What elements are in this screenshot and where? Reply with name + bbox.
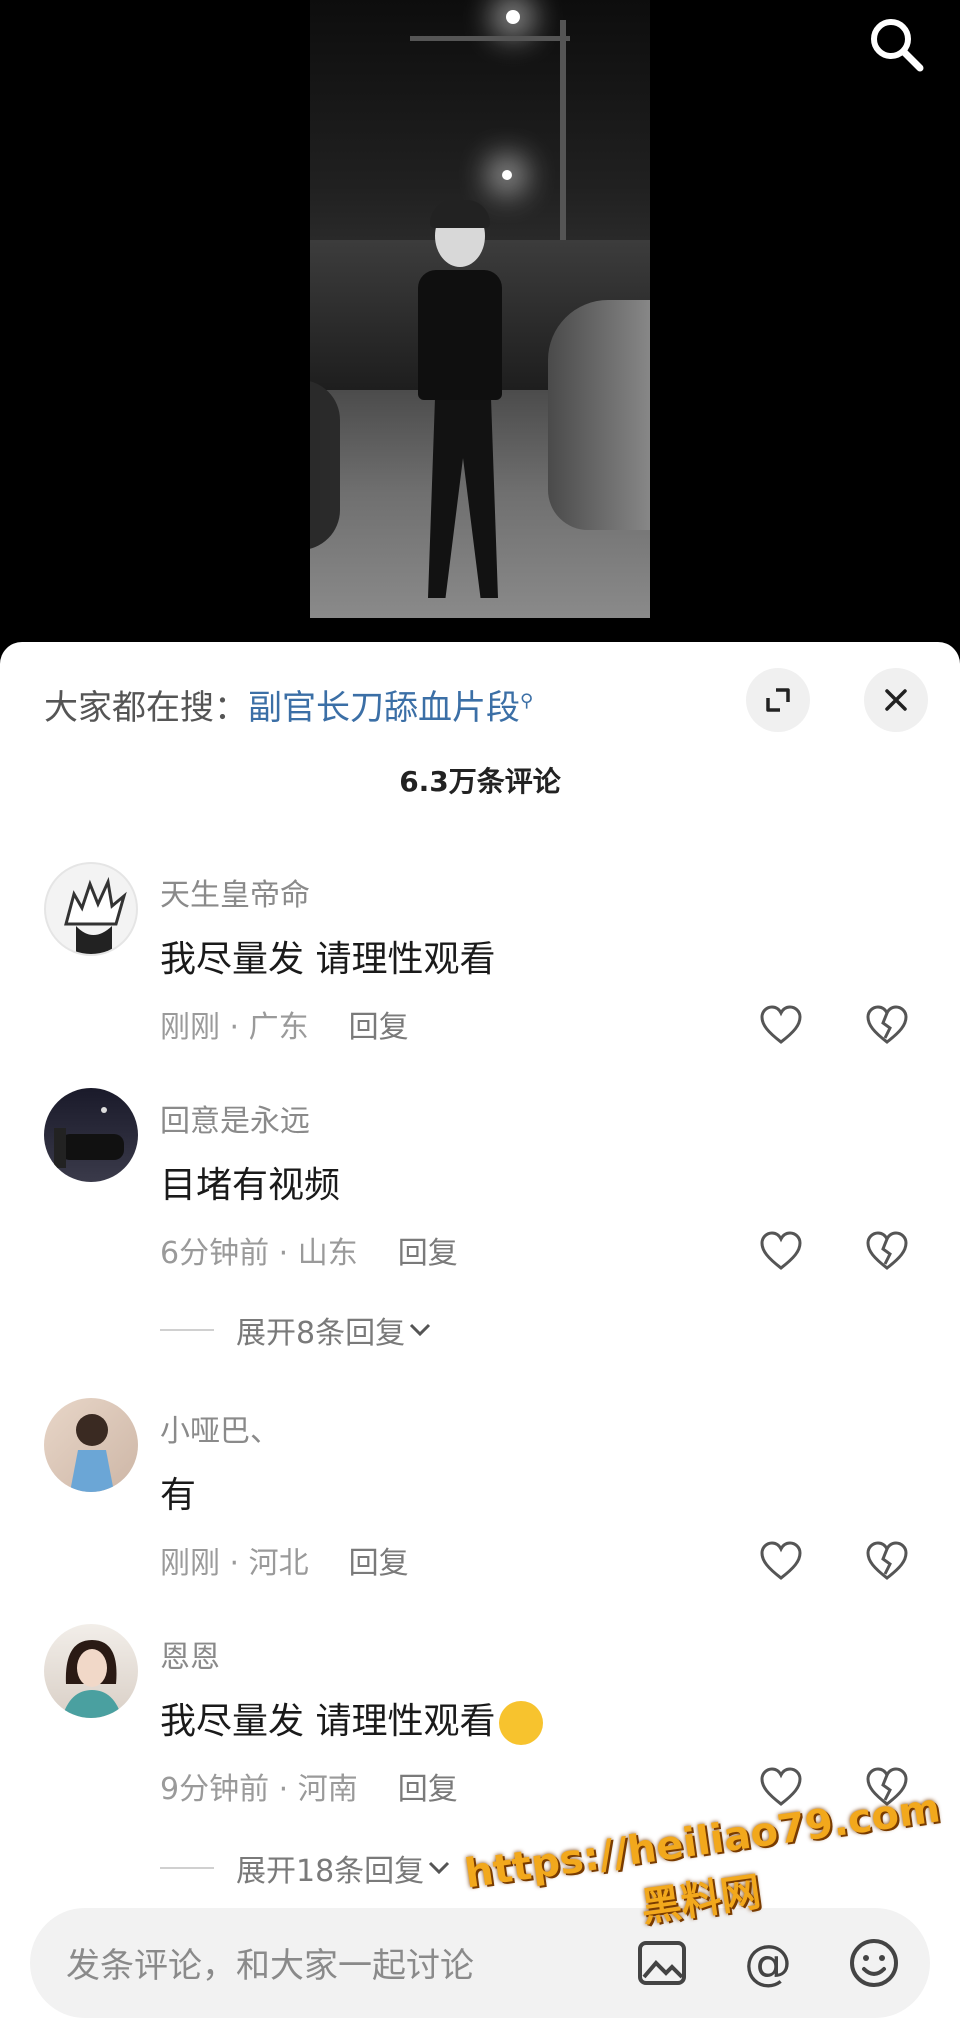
comment-text: 我尽量发 请理性观看 <box>160 939 496 980</box>
hot-search-bar[interactable]: 大家都在搜：副官长刀舔血片段⚲ <box>44 680 533 729</box>
heart-icon[interactable] <box>758 1002 804 1048</box>
chevron-down-icon <box>429 1861 450 1875</box>
comment-text: 目堵有视频 <box>160 1165 341 1206</box>
chevron-down-icon <box>410 1323 431 1337</box>
comment-time-location: 刚刚 · 广东 <box>160 1010 309 1045</box>
search-icon[interactable] <box>866 14 926 74</box>
comment-item: 小哑巴、 有 刚刚 · 河北 回复 <box>0 1398 960 1598</box>
comment-input[interactable]: 发条评论，和大家一起讨论 <box>66 1938 474 1987</box>
avatar[interactable] <box>44 1624 138 1718</box>
comment-author[interactable]: 回意是永远 <box>160 1096 310 1140</box>
comment-item: 天生皇帝命 我尽量发 请理性观看 刚刚 · 广东 回复 <box>0 862 960 1062</box>
comment-meta: 9分钟前 · 河南 回复 <box>160 1764 458 1808</box>
person-legs <box>428 398 498 598</box>
hot-search-prefix: 大家都在搜： <box>44 688 248 728</box>
expand-replies-label: 展开8条回复 <box>236 1316 406 1351</box>
avatar[interactable] <box>44 1398 138 1492</box>
comment-author[interactable]: 小哑巴、 <box>160 1406 280 1450</box>
comment-meta: 6分钟前 · 山东 回复 <box>160 1228 458 1272</box>
reply-button[interactable]: 回复 <box>398 1772 458 1807</box>
heart-icon[interactable] <box>758 1538 804 1584</box>
comment-item: 回意是永远 目堵有视频 6分钟前 · 山东 回复 展开8条回复 <box>0 1088 960 1378</box>
broken-heart-icon[interactable] <box>864 1002 910 1048</box>
heart-icon[interactable] <box>758 1228 804 1274</box>
expand-replies-label: 展开18条回复 <box>236 1854 425 1889</box>
lamp-arm <box>410 36 570 41</box>
comment-time-location: 6分钟前 · 山东 <box>160 1236 358 1271</box>
comment-count: 6.3万条评论 <box>399 765 561 798</box>
close-button[interactable] <box>864 668 928 732</box>
app-screen: 大家都在搜：副官长刀舔血片段⚲ 6.3万条评论 天生皇帝命 我尽量发 请理性观看… <box>0 0 960 2038</box>
comment-author[interactable]: 恩恩 <box>160 1632 220 1676</box>
car-right <box>548 300 650 530</box>
comment-text: 有 <box>160 1475 197 1516</box>
emoji-icon[interactable] <box>846 1935 902 1991</box>
person-hair <box>430 200 490 228</box>
broken-heart-icon[interactable] <box>864 1538 910 1584</box>
street-light <box>506 10 520 24</box>
thumbs-up-emoji-icon <box>499 1701 544 1745</box>
expand-replies-button[interactable]: 展开8条回复 <box>160 1308 435 1352</box>
expand-icon <box>766 688 790 712</box>
divider <box>160 1867 214 1869</box>
comment-time-location: 9分钟前 · 河南 <box>160 1772 358 1807</box>
search-small-icon: ⚲ <box>520 690 534 712</box>
car-left <box>310 380 340 550</box>
comment-text-body: 我尽量发 请理性观看 <box>160 1701 496 1742</box>
comment-meta: 刚刚 · 河北 回复 <box>160 1538 409 1582</box>
reply-button[interactable]: 回复 <box>398 1236 458 1271</box>
close-icon <box>885 689 907 711</box>
comment-text: 我尽量发 请理性观看 <box>160 1692 544 1745</box>
reply-button[interactable]: 回复 <box>349 1546 409 1581</box>
street-light <box>502 170 512 180</box>
lamp-pole <box>560 20 566 270</box>
comment-author[interactable]: 天生皇帝命 <box>160 870 310 914</box>
avatar[interactable] <box>44 1088 138 1182</box>
heart-icon[interactable] <box>758 1764 804 1810</box>
hot-search-link[interactable]: 副官长刀舔血片段 <box>248 688 520 728</box>
expand-button[interactable] <box>746 668 810 732</box>
video-player[interactable] <box>310 0 650 618</box>
comment-meta: 刚刚 · 广东 回复 <box>160 1002 409 1046</box>
person-body <box>418 270 502 400</box>
at-icon[interactable]: @ <box>740 1935 796 1991</box>
expand-replies-button[interactable]: 展开18条回复 <box>160 1846 454 1890</box>
broken-heart-icon[interactable] <box>864 1228 910 1274</box>
divider <box>160 1329 214 1331</box>
avatar[interactable] <box>44 862 138 956</box>
reply-button[interactable]: 回复 <box>349 1010 409 1045</box>
comment-time-location: 刚刚 · 河北 <box>160 1546 309 1581</box>
